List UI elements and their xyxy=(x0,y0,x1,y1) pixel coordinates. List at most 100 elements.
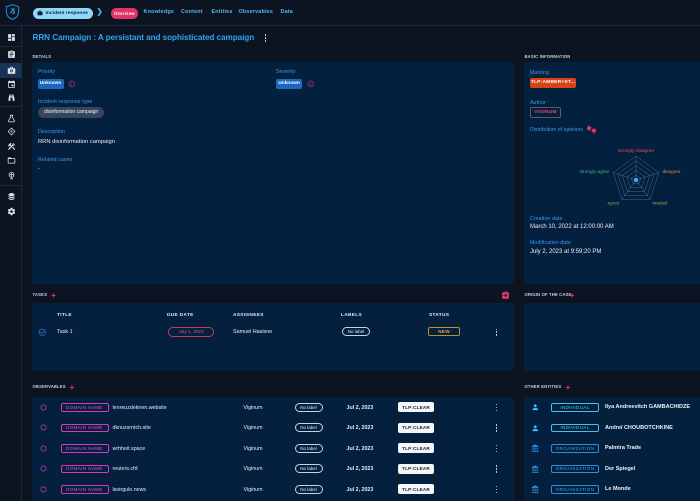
observable-row[interactable]: DOMAIN NAME wrhheit.space Viginum No lab… xyxy=(32,438,514,459)
observable-date: Jul 2, 2023 xyxy=(347,487,374,493)
sidebar-item-settings[interactable] xyxy=(0,204,22,218)
severity-info-icon[interactable] xyxy=(307,80,315,88)
observable-type-chip: DOMAIN NAME xyxy=(61,465,109,474)
tab-overview[interactable]: Overview xyxy=(111,8,139,19)
related-cases-label: Related cases xyxy=(38,157,72,163)
sidebar-item-threats[interactable] xyxy=(0,111,22,125)
distribution-of-opinions-label: Distribution of opinions xyxy=(530,127,583,133)
observable-row-menu-button[interactable] xyxy=(495,445,498,453)
tools-icon xyxy=(7,142,16,151)
add-entity-button[interactable]: + xyxy=(566,384,571,390)
page-title-menu-button[interactable] xyxy=(264,34,267,42)
breadcrumb-chevron-icon: ❯ xyxy=(97,7,103,16)
tasks-column-title[interactable]: TITLE xyxy=(57,313,72,318)
opinions-radar-chart: strongly-disagree disagree neutral agree… xyxy=(566,144,700,216)
observable-author: Viginum xyxy=(244,446,263,452)
observable-label-chip: No label xyxy=(295,423,323,432)
hexagon-observable-icon xyxy=(40,424,47,431)
author-chip[interactable]: VIGINUM xyxy=(530,107,561,118)
task-row-menu-button[interactable] xyxy=(495,329,498,337)
entity-row[interactable]: ORGANIZATION Palmira Trade xyxy=(524,438,700,459)
observable-row[interactable]: DOMAIN NAME reuters.cfd Viginum No label… xyxy=(32,459,514,480)
observable-row-menu-button[interactable] xyxy=(495,486,498,494)
folder-icon xyxy=(7,156,16,165)
observable-author: Viginum xyxy=(244,487,263,493)
breadcrumb-label: Incident response xyxy=(46,11,88,16)
marking-chip: TLP:AMBER+ST... xyxy=(530,78,576,89)
tasks-column-status[interactable]: STATUS xyxy=(429,313,449,318)
database-icon xyxy=(7,192,16,201)
add-task-button[interactable]: + xyxy=(51,292,56,298)
sidebar-item-cases[interactable] xyxy=(0,63,22,78)
sidebar-item-observations[interactable] xyxy=(0,91,22,105)
sidebar-item-analyses[interactable] xyxy=(0,48,22,62)
sidebar-item-arsenal[interactable] xyxy=(0,125,22,139)
observable-row[interactable]: DOMAIN NAME dknuzsrntch.site Viginum No … xyxy=(32,418,514,439)
entity-name: Le Monde xyxy=(605,486,631,492)
severity-label: Severity xyxy=(276,69,296,75)
observable-row-menu-button[interactable] xyxy=(495,424,498,432)
basic-information-section-title: BASIC INFORMATION xyxy=(525,54,571,59)
observable-value: lavirgule.news xyxy=(113,487,147,493)
observable-row[interactable]: DOMAIN NAME lavirgule.news Viginum No la… xyxy=(32,479,514,500)
entity-name: Der Spiegel xyxy=(605,466,635,472)
left-sidebar xyxy=(0,26,22,501)
entity-row[interactable]: INDIVIDUAL Ilya Andreevitch GAMBACHIDZE xyxy=(524,397,700,418)
sidebar-item-techniques[interactable] xyxy=(0,139,22,153)
observable-row-menu-button[interactable] xyxy=(495,404,498,412)
priority-info-icon[interactable] xyxy=(68,80,76,88)
creation-date-value: March 10, 2022 at 12:00:00 AM xyxy=(530,224,614,230)
task-label-chip: No label xyxy=(342,327,370,336)
observable-marking-chip: TLP:CLEAR xyxy=(398,443,434,453)
observable-value: lenreuzdeknen.website xyxy=(113,405,167,411)
radar-label-strongly-agree: strongly-agree xyxy=(580,169,610,174)
observable-date: Jul 2, 2023 xyxy=(347,466,374,472)
tab-knowledge[interactable]: Knowledge xyxy=(144,9,175,15)
hexagon-observable-icon xyxy=(40,465,47,472)
tab-observables[interactable]: Observables xyxy=(239,9,274,15)
tasks-section-title: TASKS xyxy=(33,292,48,297)
sidebar-item-entities[interactable] xyxy=(0,154,22,168)
row-divider xyxy=(32,342,514,343)
go-to-tasks-icon[interactable] xyxy=(501,291,510,300)
opencti-app: Incident response ❯ Overview Knowledge C… xyxy=(0,0,700,501)
opencti-logo-icon[interactable] xyxy=(5,4,20,20)
entity-type-chip: INDIVIDUAL xyxy=(551,403,599,412)
incident-response-type-label: Incident response type xyxy=(38,99,92,105)
observable-label-chip: No label xyxy=(295,444,323,453)
task-check-icon xyxy=(38,328,47,337)
sidebar-item-locations[interactable] xyxy=(0,169,22,183)
entity-type-chip: ORGANIZATION xyxy=(551,465,599,474)
entity-row[interactable]: INDIVIDUAL Andreï CHOUBOTCHKINE xyxy=(524,418,700,439)
observable-label-chip: No label xyxy=(295,403,323,412)
tab-data[interactable]: Data xyxy=(281,9,293,15)
add-observable-button[interactable]: + xyxy=(70,384,75,390)
task-assignee: Samuel Hasisne xyxy=(233,329,272,335)
entity-row[interactable]: ORGANIZATION Der Spiegel xyxy=(524,459,700,480)
entity-row[interactable]: ORGANIZATION Le Monde xyxy=(524,479,700,500)
sidebar-item-data[interactable] xyxy=(0,189,22,203)
row-divider xyxy=(524,500,700,501)
tasks-column-labels[interactable]: LABELS xyxy=(341,313,362,318)
dashboard-icon xyxy=(7,33,16,42)
tasks-column-assignees[interactable]: ASSIGNEES xyxy=(233,313,264,318)
breadcrumb-incident-response-chip[interactable]: Incident response xyxy=(33,8,93,19)
tab-content[interactable]: Content xyxy=(181,9,203,15)
author-label: Author xyxy=(530,100,546,106)
related-cases-value: - xyxy=(38,166,40,172)
observable-row[interactable]: DOMAIN NAME lenreuzdeknen.website Viginu… xyxy=(32,397,514,418)
add-origin-button[interactable]: + xyxy=(570,292,575,298)
observable-row-menu-button[interactable] xyxy=(495,465,498,473)
radar-label-neutral: neutral xyxy=(653,201,667,206)
sidebar-item-dashboard[interactable] xyxy=(0,30,22,44)
tasks-column-due-date[interactable]: DUE DATE xyxy=(167,313,194,318)
radar-data-point xyxy=(634,178,638,182)
thumbs-up-down-icon[interactable] xyxy=(587,125,596,134)
severity-value-chip: Unknown xyxy=(276,79,302,89)
person-icon xyxy=(531,403,540,412)
tab-entities[interactable]: Entities xyxy=(212,9,233,15)
observable-value: wrhheit.space xyxy=(113,446,146,452)
incident-response-type-chip: disinformation campaign xyxy=(38,107,104,118)
entity-name: Ilya Andreevitch GAMBACHIDZE xyxy=(605,404,690,410)
sidebar-item-events[interactable] xyxy=(0,78,22,92)
